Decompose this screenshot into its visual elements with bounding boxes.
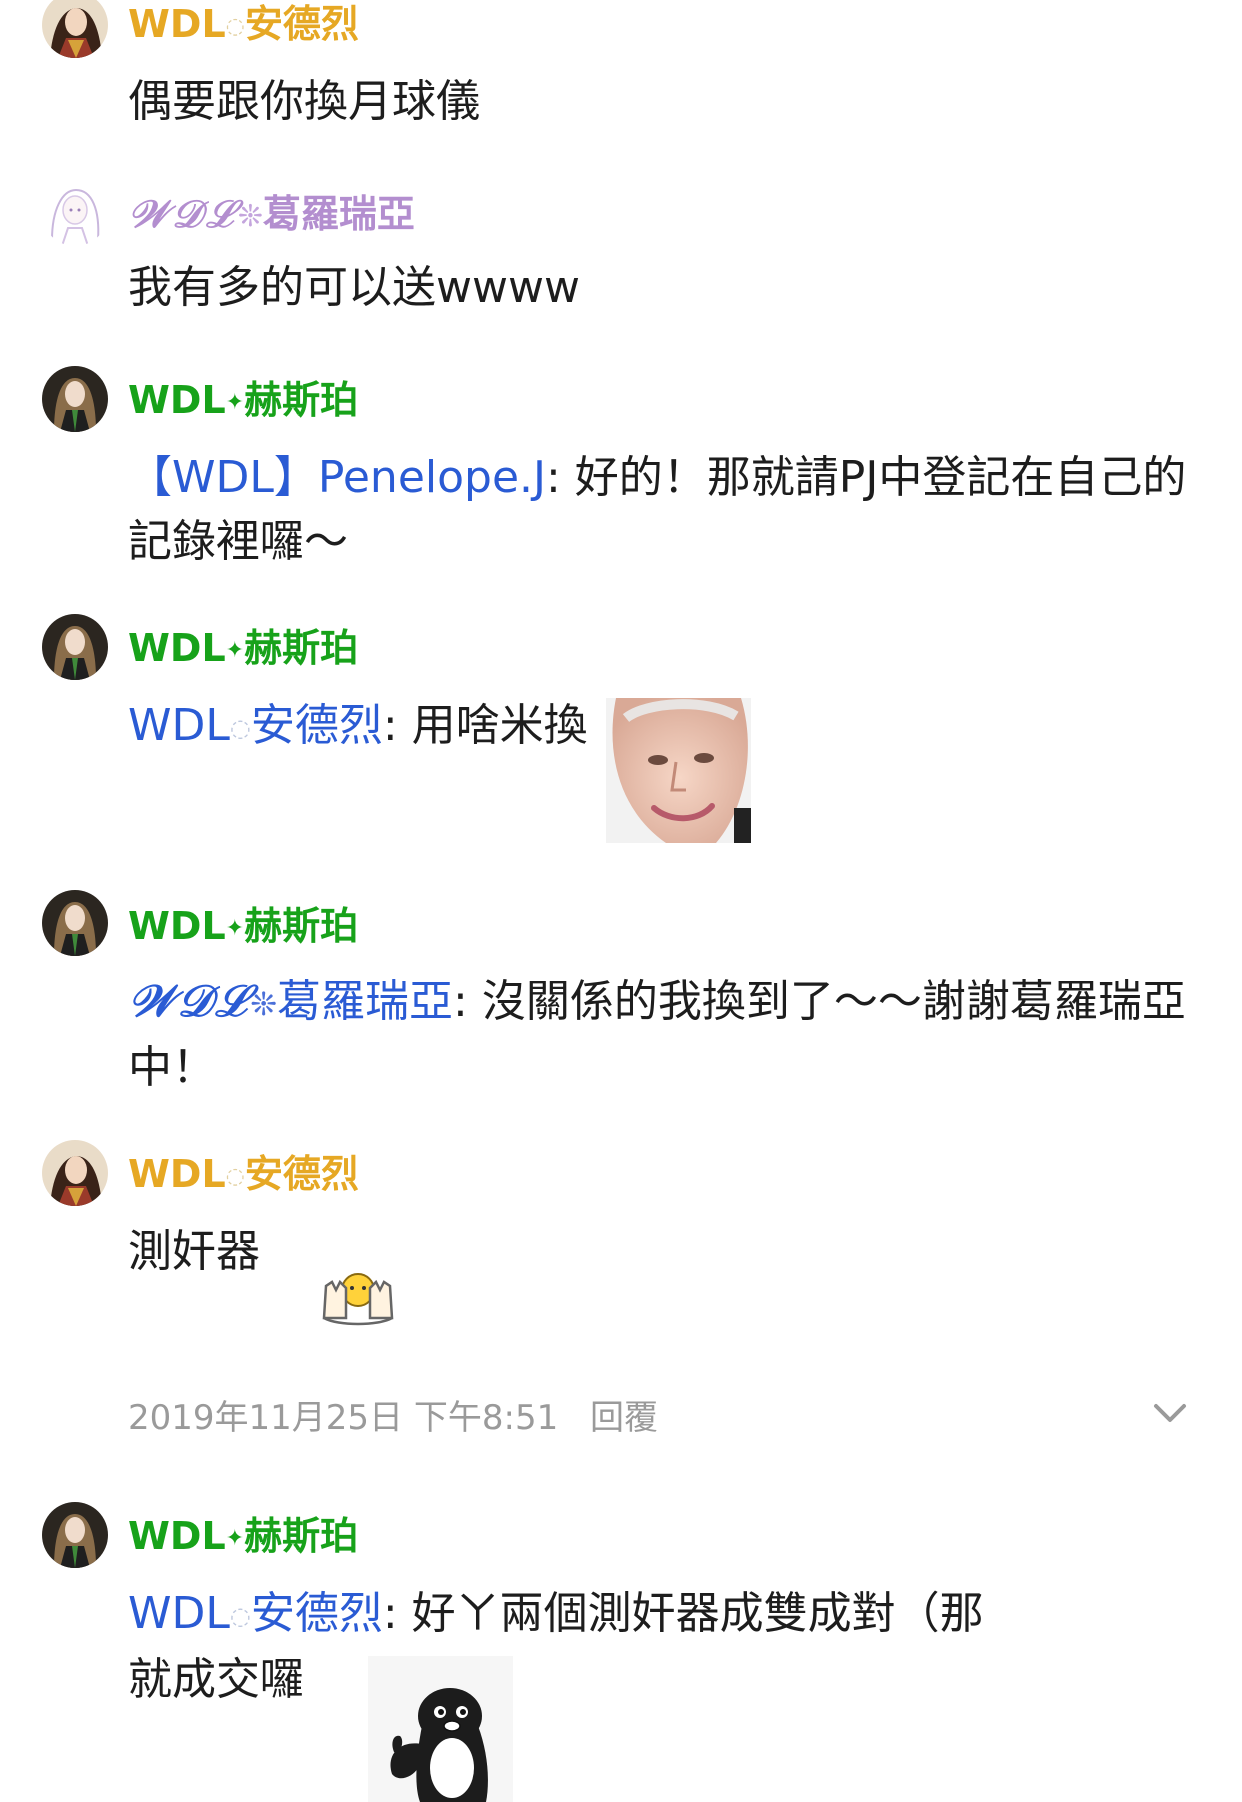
username-name: 葛羅瑞亞 — [262, 192, 415, 236]
username-prefix: 𝒲𝒟ℒ — [128, 191, 238, 236]
username-separator: ◌ — [225, 1164, 245, 1189]
avatar[interactable] — [42, 1140, 108, 1206]
mention-separator: ◌ — [229, 1602, 251, 1630]
mention-link[interactable]: 𝒲𝒟ℒ❊葛羅瑞亞 — [128, 976, 453, 1027]
mention-separator: ◌ — [229, 714, 251, 742]
message-text: WDL◌安德烈: 好ㄚ兩個測奸器成雙成對（那就成交囉 — [128, 1582, 1008, 1712]
message-timestamp: 2019年11月25日 下午8:51 — [128, 1398, 559, 1438]
username-separator: ✦ — [225, 390, 245, 415]
mention-link[interactable]: WDL◌安德烈 — [128, 1588, 383, 1639]
username-name: 赫斯珀 — [244, 626, 359, 670]
username-separator: ✦ — [225, 1526, 245, 1551]
avatar[interactable] — [42, 614, 108, 680]
username[interactable]: WDL◌安德烈 — [128, 1150, 359, 1201]
mention-link[interactable]: 【WDL】Penelope.J — [128, 452, 546, 503]
portrait-avatar-hesper — [42, 890, 108, 956]
message-text: 測奸器 — [128, 1226, 260, 1277]
username-prefix: WDL — [128, 1514, 226, 1558]
mention-name: 安德烈 — [250, 1588, 383, 1639]
mention-name: 葛羅瑞亞 — [277, 976, 454, 1027]
avatar[interactable] — [42, 0, 108, 58]
message-text: 我有多的可以送wwww — [128, 262, 580, 313]
mention-link[interactable]: WDL◌安德烈 — [128, 700, 383, 751]
hands-up-emoji-sticker[interactable] — [318, 1270, 398, 1326]
portrait-avatar-andrei — [42, 1140, 108, 1206]
reply-button[interactable]: 回覆 — [590, 1390, 658, 1439]
penguin-thumbs-up-sticker[interactable] — [368, 1656, 513, 1802]
username-name: 安德烈 — [244, 1152, 359, 1196]
username-name: 赫斯珀 — [244, 378, 359, 422]
portrait-avatar-gloria — [42, 180, 108, 246]
message-text: WDL◌安德烈: 用啥米換 — [128, 694, 608, 760]
mention-separator: ❊ — [250, 985, 278, 1023]
message-text: 偶要跟你換月球儀 — [128, 76, 480, 127]
portrait-avatar-hesper — [42, 366, 108, 432]
mention-prefix: WDL — [128, 700, 230, 751]
username-prefix: WDL — [128, 626, 226, 670]
username[interactable]: WDL✦赫斯珀 — [128, 902, 358, 953]
chevron-down-icon[interactable] — [1150, 1392, 1190, 1432]
mention-prefix: 𝒲𝒟ℒ — [128, 976, 251, 1027]
username[interactable]: WDL✦赫斯珀 — [128, 1512, 358, 1563]
mention-name: 安德烈 — [250, 700, 383, 751]
username[interactable]: WDL✦赫斯珀 — [128, 376, 358, 427]
username-prefix: WDL — [128, 2, 226, 46]
username[interactable]: 𝒲𝒟ℒ❊葛羅瑞亞 — [128, 190, 415, 241]
portrait-avatar-hesper — [42, 1502, 108, 1568]
username-name: 赫斯珀 — [244, 904, 359, 948]
username[interactable]: WDL◌安德烈 — [128, 0, 359, 51]
portrait-avatar-hesper — [42, 614, 108, 680]
username-name: 安德烈 — [244, 2, 359, 46]
username-separator: ✦ — [225, 916, 245, 941]
username-separator: ◌ — [225, 14, 245, 39]
username-prefix: WDL — [128, 378, 226, 422]
avatar[interactable] — [42, 366, 108, 432]
avatar[interactable] — [42, 180, 108, 246]
message-text: 【WDL】Penelope.J: 好的！那就請PJ中登記在自己的記錄裡囉～ — [128, 446, 1188, 574]
username-name: 赫斯珀 — [244, 1514, 359, 1558]
username[interactable]: WDL✦赫斯珀 — [128, 624, 358, 675]
username-prefix: WDL — [128, 904, 226, 948]
avatar[interactable] — [42, 1502, 108, 1568]
username-separator: ✦ — [225, 638, 245, 663]
old-lady-face-sticker[interactable] — [606, 698, 751, 843]
mention-prefix: WDL — [128, 1588, 230, 1639]
avatar[interactable] — [42, 890, 108, 956]
username-separator: ❊ — [237, 199, 263, 234]
message-content: : 用啥米換 — [382, 700, 588, 751]
username-prefix: WDL — [128, 1152, 226, 1196]
portrait-avatar-andrei — [42, 0, 108, 58]
message-text: 𝒲𝒟ℒ❊葛羅瑞亞: 沒關係的我換到了～～謝謝葛羅瑞亞中！ — [128, 970, 1188, 1100]
